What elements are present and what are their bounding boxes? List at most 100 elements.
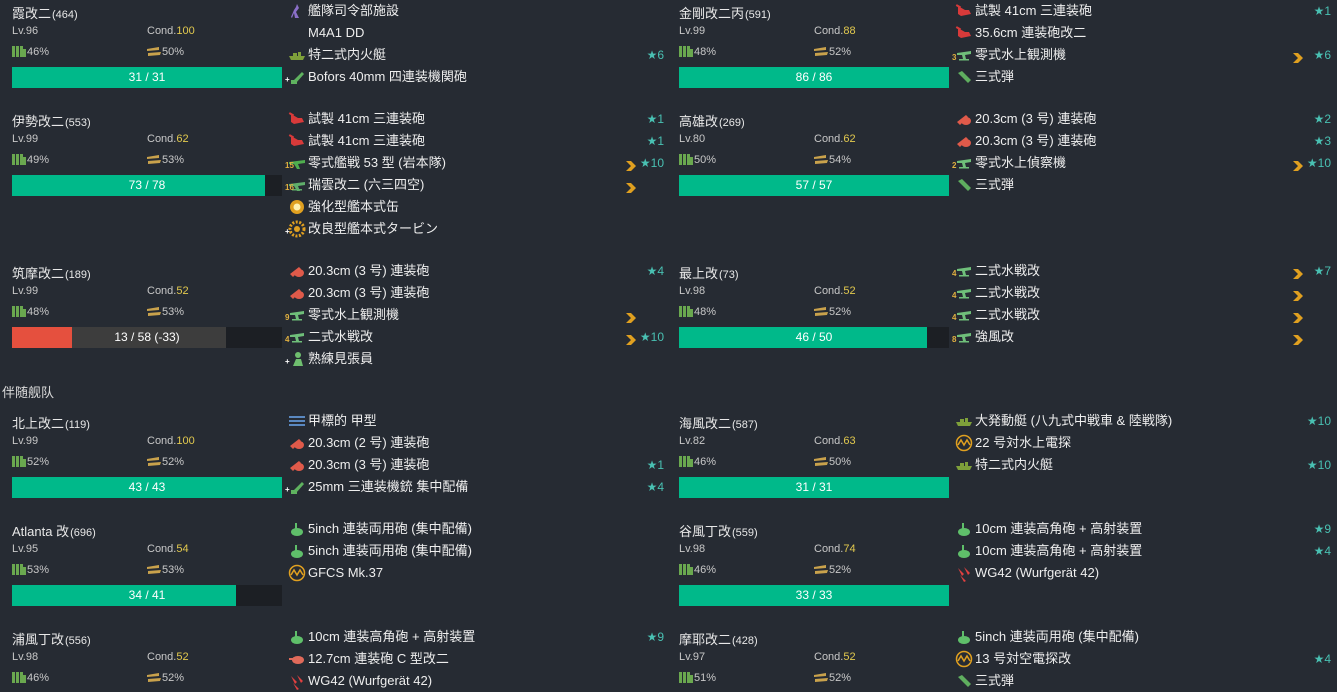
equipment-slot[interactable]: WG42 (Wurfgerät 42)	[955, 562, 1335, 584]
equipment-slot[interactable]: 35.6cm 連装砲改二	[955, 22, 1335, 44]
equipment-slot[interactable]: 20.3cm (3 号) 連装砲 ★3	[955, 130, 1335, 152]
equipment-slot[interactable]: 15 零式艦戦 53 型 (岩本隊) ★10	[285, 152, 668, 174]
equipment-slot[interactable]: 三式弾	[955, 670, 1335, 692]
equipment-slot[interactable]: 20.3cm (3 号) 連装砲 ★1	[288, 454, 668, 476]
improvement-level: ★10	[639, 156, 664, 170]
condition-value: 74	[843, 543, 856, 555]
equipment-slot[interactable]: GFCS Mk.37	[288, 562, 668, 584]
ship-name[interactable]: 金剛改二丙(591)	[679, 3, 771, 22]
equipment-slot[interactable]: 10cm 連装高角砲 + 高射装置 ★9	[955, 518, 1335, 540]
equipment-slot[interactable]: 9 零式水上観測機	[285, 304, 668, 326]
ship-name[interactable]: 北上改二(119)	[12, 413, 90, 432]
ship-name[interactable]: 筑摩改二(189)	[12, 263, 91, 282]
equipment-slot[interactable]: 20.3cm (2 号) 連装砲	[288, 432, 668, 454]
boiler-icon	[288, 198, 306, 216]
equipment-slot[interactable]: 4 二式水戦改	[952, 282, 1335, 304]
ship-name[interactable]: Atlanta 改(696)	[12, 521, 96, 540]
ammo-value: 53%	[162, 306, 185, 318]
condition-value: 52	[843, 651, 856, 663]
ship-name-text: 霞改二	[12, 6, 52, 21]
equipment-slot[interactable]: 10cm 連装高角砲 + 高射装置 ★4	[955, 540, 1335, 562]
ammo-status: 52%	[147, 672, 184, 686]
equipment-slot[interactable]: 試製 41cm 三連装砲 ★1	[288, 108, 668, 130]
ship-name[interactable]: 伊勢改二(553)	[12, 111, 91, 130]
ship-number: (119)	[65, 419, 90, 431]
equipment-slot[interactable]: 三式弾	[955, 66, 1335, 88]
equipment-slot[interactable]: 強化型艦本式缶	[288, 196, 668, 218]
ammo-icon	[147, 307, 161, 320]
improvement-level: ★4	[1313, 652, 1331, 666]
equipment-slot[interactable]: 10cm 連装高角砲 + 高射装置 ★9	[288, 626, 668, 648]
equipment-slot[interactable]: 特二式内火艇 ★10	[955, 454, 1335, 476]
equipment-name: 二式水戦改	[975, 307, 1041, 322]
equipment-slot[interactable]: 8 強風改	[952, 326, 1335, 348]
equipment-slot[interactable]: 22 号対水上電探	[955, 432, 1335, 454]
ship-level: Lv.99	[12, 133, 39, 145]
equipment-slot[interactable]: + 改良型艦本式タービン	[285, 218, 668, 240]
equipment-slot[interactable]: 20.3cm (3 号) 連装砲 ★2	[955, 108, 1335, 130]
equipment-slot[interactable]: +25mm 三連装機銃 集中配備 ★4	[285, 476, 668, 498]
fuel-icon	[12, 46, 26, 60]
ship-number: (591)	[745, 9, 771, 21]
radar-icon	[955, 650, 973, 668]
equipment-slot[interactable]: 艦隊司令部施設	[288, 0, 668, 22]
equipment-slot[interactable]: 13 号対空電探改 ★4	[955, 648, 1335, 670]
fuel-value: 49%	[27, 154, 50, 166]
seaplane-icon	[955, 328, 973, 346]
equipment-slot[interactable]: 5inch 連装両用砲 (集中配備)	[288, 518, 668, 540]
equipment-slot[interactable]: 4 二式水戦改 ★7	[952, 260, 1335, 282]
equipment-name: 試製 41cm 三連装砲	[308, 133, 426, 148]
condition-label: Cond.	[814, 133, 844, 145]
ship-name[interactable]: 高雄改(269)	[679, 111, 745, 130]
equipment-slot[interactable]: 三式弾	[955, 174, 1335, 196]
fuel-icon	[679, 456, 693, 470]
equipment-slot[interactable]: 試製 41cm 三連装砲 ★1	[955, 0, 1335, 22]
equipment-slot[interactable]: 5inch 連装両用砲 (集中配備)	[288, 540, 668, 562]
shell-icon	[955, 68, 973, 86]
equipment-slot[interactable]: 3 零式水上観測機 ★6	[952, 44, 1335, 66]
equipment-slot[interactable]: 大発動艇 (八九式中戦車 & 陸戦隊) ★10	[955, 410, 1335, 432]
equipment-name: 零式水上観測機	[308, 307, 400, 322]
ship-name[interactable]: 浦風丁改(556)	[12, 629, 91, 648]
ammo-status: 52%	[814, 306, 851, 320]
ship-name[interactable]: 霞改二(464)	[12, 3, 78, 22]
ship-name[interactable]: 最上改(73)	[679, 263, 739, 282]
ammo-icon	[814, 155, 828, 168]
equipment-slot[interactable]: + 熟練見張員	[285, 348, 668, 370]
ship-number: (696)	[70, 527, 96, 539]
slot-count-badge: +	[285, 75, 290, 84]
equipment-slot[interactable]: 4 二式水戦改 ★10	[285, 326, 668, 348]
improvement-level: ★2	[1313, 112, 1331, 126]
equipment-slot[interactable]: + Bofors 40mm 四連装機関砲	[285, 66, 668, 88]
hp-text: 46 / 50	[795, 330, 833, 344]
ship-name[interactable]: 摩耶改二(428)	[679, 629, 758, 648]
ship-name[interactable]: 海風改二(587)	[679, 413, 758, 432]
fuel-status: 53%	[12, 564, 49, 578]
improvement-level: ★10	[1306, 156, 1331, 170]
ship-level: Lv.95	[12, 543, 39, 555]
ammo-status: 54%	[814, 154, 851, 168]
equipment-slot[interactable]: 5inch 連装両用砲 (集中配備)	[955, 626, 1335, 648]
equipment-slot[interactable]: 特二式内火艇 ★6	[288, 44, 668, 66]
ship-name[interactable]: 谷風丁改(559)	[679, 521, 758, 540]
fuel-icon	[12, 564, 26, 578]
equipment-slot[interactable]: 試製 41cm 三連装砲 ★1	[288, 130, 668, 152]
slot-count-badge: +	[285, 357, 290, 366]
seaplane-icon	[955, 284, 973, 302]
equipment-slot[interactable]: 12.7cm 連装砲 C 型改二	[288, 648, 668, 670]
equipment-slot[interactable]: 2 零式水上偵察機 ★10	[952, 152, 1335, 174]
equipment-name: 22 号対水上電探	[975, 435, 1072, 450]
equipment-slot[interactable]: M4A1 DD	[288, 22, 668, 44]
equipment-slot[interactable]: 20.3cm (3 号) 連装砲	[288, 282, 668, 304]
equipment-name: 強風改	[975, 329, 1015, 344]
equipment-slot[interactable]: 20.3cm (3 号) 連装砲 ★4	[288, 260, 668, 282]
hp-bar: 34 / 41	[12, 585, 282, 606]
equipment-slot[interactable]: 4 二式水戦改	[952, 304, 1335, 326]
ammo-icon	[147, 155, 161, 168]
equipment-slot[interactable]: 甲標的 甲型	[288, 410, 668, 432]
fuel-icon	[679, 154, 693, 168]
equipment-slot[interactable]: WG42 (Wurfgerät 42)	[288, 670, 668, 692]
equipment-slot[interactable]: 16 瑞雲改二 (六三四空)	[285, 174, 668, 196]
equipment-name: Bofors 40mm 四連装機関砲	[308, 69, 467, 84]
red-gun-icon	[288, 132, 306, 150]
